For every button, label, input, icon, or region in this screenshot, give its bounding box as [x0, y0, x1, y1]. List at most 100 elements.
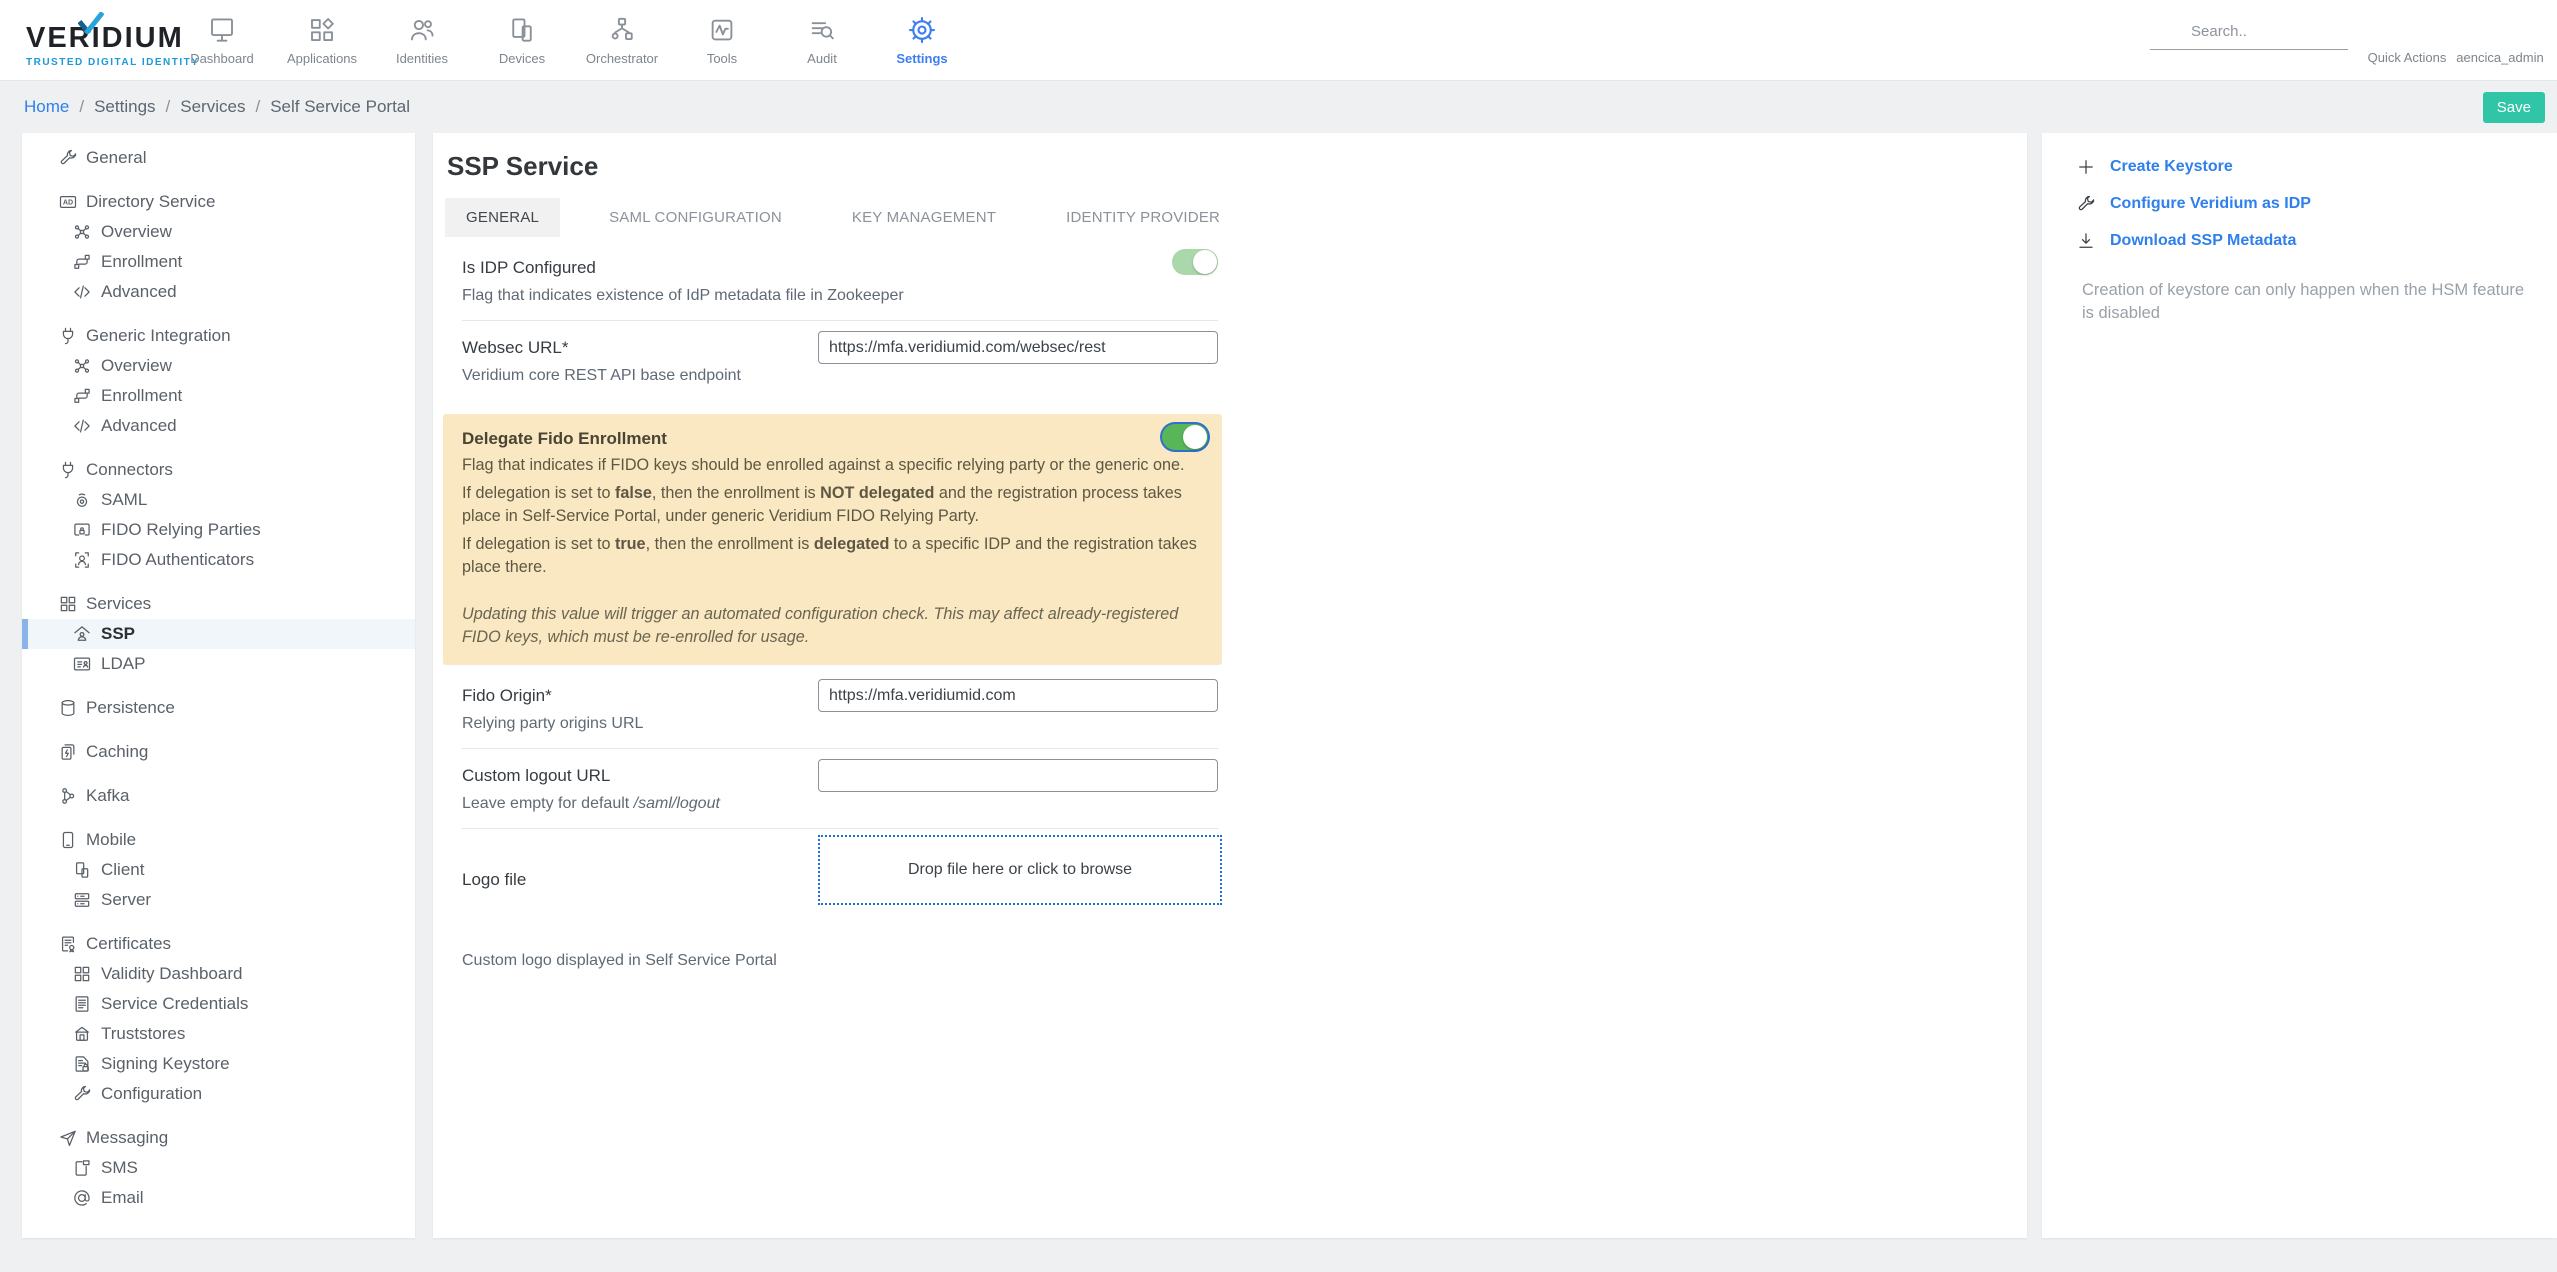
sidebar-item-service-credentials[interactable]: Service Credentials [22, 989, 415, 1019]
main-panel: SSP Service GENERAL SAML CONFIGURATION KEY… [433, 133, 2027, 1238]
breadcrumb-home[interactable]: Home [24, 97, 69, 117]
fingerprint-icon [72, 490, 92, 510]
action-download-ssp-metadata[interactable]: Download SSP Metadata [2076, 229, 2521, 253]
orchestrator-icon [607, 15, 637, 45]
download-icon [2076, 231, 2096, 251]
field-label: Is IDP Configured [462, 258, 596, 277]
logo-file-caption: Custom logo displayed in Self Service Po… [462, 952, 777, 969]
delegate-fido-enrollment-box: Delegate Fido Enrollment Flag that indic… [443, 414, 1222, 665]
sidebar-item-saml[interactable]: SAML [22, 485, 415, 515]
sidebar-item-overview[interactable]: Overview [22, 217, 415, 247]
sidebar-item-client[interactable]: Client [22, 855, 415, 885]
sidebar-item-ldap[interactable]: LDAP [22, 649, 415, 679]
sidebar-item-signing-keystore[interactable]: Signing Keystore [22, 1049, 415, 1079]
nav-item-settings[interactable]: Settings [872, 0, 972, 81]
wand-icon [2394, 17, 2421, 44]
nav-item-orchestrator[interactable]: Orchestrator [572, 0, 672, 81]
tab-saml-configuration[interactable]: SAML CONFIGURATION [588, 198, 803, 237]
tab-key-management[interactable]: KEY MANAGEMENT [831, 198, 1017, 237]
sidebar-item-fido-authenticators[interactable]: FIDO Authenticators [22, 545, 415, 575]
nav-item-identities[interactable]: Identities [372, 0, 472, 81]
sidebar-item-mobile[interactable]: Mobile [22, 824, 415, 855]
breadcrumb-current-page: Self Service Portal [270, 97, 411, 116]
fido-origin-input[interactable] [818, 679, 1218, 712]
nav-item-dashboard[interactable]: Dashboard [172, 0, 272, 81]
wrench-icon [72, 1084, 92, 1104]
send-icon [58, 1128, 78, 1148]
logo-file-dropzone[interactable]: Drop file here or click to browse [818, 835, 1222, 905]
address-card-icon [72, 654, 92, 674]
client-icon [72, 860, 92, 880]
action-configure-veridium-as-idp[interactable]: Configure Veridium as IDP [2076, 192, 2521, 216]
tab-identity-provider[interactable]: IDENTITY PROVIDER [1045, 198, 1241, 237]
audit-icon [807, 15, 837, 45]
sidebar-item-generic-integration[interactable]: Generic Integration [22, 320, 415, 351]
sidebar-item-validity-dashboard[interactable]: Validity Dashboard [22, 959, 415, 989]
sidebar-item-configuration[interactable]: Configuration [22, 1079, 415, 1109]
websec-url-input[interactable] [818, 331, 1218, 364]
code-icon [72, 282, 92, 302]
tab-bar: GENERAL SAML CONFIGURATION KEY MANAGEMENT I… [445, 198, 2027, 237]
ad-badge-icon: AD [58, 192, 78, 212]
safe-icon [72, 1024, 92, 1044]
page-title: SSP Service [447, 151, 599, 181]
custom-logout-url-input[interactable] [818, 759, 1218, 792]
enroll-icon [72, 252, 92, 272]
sidebar-item-overview[interactable]: Overview [22, 351, 415, 381]
sidebar-item-kafka[interactable]: Kafka [22, 780, 415, 811]
sidebar-item-server[interactable]: Server [22, 885, 415, 915]
sidebar-item-fido-relying-parties[interactable]: FIDO Relying Parties [22, 515, 415, 545]
sidebar-item-certificates[interactable]: Certificates [22, 928, 415, 959]
field-description: Veridium core REST API base endpoint [462, 367, 741, 384]
quick-actions-label: Quick Actions [2367, 49, 2447, 65]
field-custom-logout-url: Custom logout URL Leave empty for defaul… [462, 749, 1218, 829]
sidebar-item-enrollment[interactable]: Enrollment [22, 247, 415, 277]
code-icon [72, 416, 92, 436]
identities-icon [407, 15, 437, 45]
sidebar-item-directory-service[interactable]: AD Directory Service [22, 186, 415, 217]
phone-icon [58, 830, 78, 850]
sidebar-item-email[interactable]: Email [22, 1183, 415, 1213]
sidebar-item-general[interactable]: General [22, 142, 415, 173]
breadcrumb: Home / Settings / Services / Self Servic… [0, 81, 2557, 133]
sidebar-item-caching[interactable]: Caching [22, 736, 415, 767]
sidebar-item-truststores[interactable]: Truststores [22, 1019, 415, 1049]
sidebar-item-sms[interactable]: SMS [22, 1153, 415, 1183]
sidebar-item-persistence[interactable]: Persistence [22, 692, 415, 723]
save-button[interactable]: Save [2482, 91, 2545, 123]
user-menu[interactable]: aencica_admin [2452, 0, 2548, 81]
plug-icon [58, 460, 78, 480]
sidebar-item-connectors[interactable]: Connectors [22, 454, 415, 485]
actions-list: Create Keystore Configure Veridium as IDP… [2076, 155, 2521, 253]
sidebar-item-ssp[interactable]: SSP [22, 619, 415, 649]
database-icon [58, 698, 78, 718]
delegate-description-line: If delegation is set to false, then the … [462, 484, 1182, 525]
action-create-keystore[interactable]: Create Keystore [2076, 155, 2521, 179]
search-input[interactable] [2191, 23, 2311, 40]
sidebar-item-messaging[interactable]: Messaging [22, 1122, 415, 1153]
nav-item-tools[interactable]: Tools [672, 0, 772, 81]
devices-icon [507, 15, 537, 45]
nav-item-devices[interactable]: Devices [472, 0, 572, 81]
delegate-warning-note: Updating this value will trigger an auto… [462, 605, 1179, 646]
house-person-icon [72, 624, 92, 644]
field-logo-file: Logo file Drop file here or click to bro… [462, 829, 1222, 996]
dashboard-icon [207, 15, 237, 45]
user-icon [2487, 17, 2514, 44]
sidebar-item-services[interactable]: Services [22, 588, 415, 619]
sidebar-item-advanced[interactable]: Advanced [22, 277, 415, 307]
grid-icon [72, 964, 92, 984]
quick-actions-button[interactable]: Quick Actions [2357, 0, 2457, 81]
sidebar-item-enrollment[interactable]: Enrollment [22, 381, 415, 411]
plus-icon [2076, 157, 2096, 177]
is-idp-configured-toggle[interactable] [1172, 249, 1218, 275]
sidebar-item-advanced[interactable]: Advanced [22, 411, 415, 441]
delegate-description-line: Flag that indicates if FIDO keys should … [462, 456, 1185, 474]
breadcrumb-services[interactable]: Services [180, 97, 245, 117]
breadcrumb-settings[interactable]: Settings [94, 97, 155, 117]
delegate-fido-toggle[interactable] [1162, 424, 1208, 450]
tab-general[interactable]: GENERAL [445, 198, 561, 237]
field-label: Delegate Fido Enrollment [462, 429, 667, 448]
nav-item-applications[interactable]: Applications [272, 0, 372, 81]
nav-item-audit[interactable]: Audit [772, 0, 872, 81]
